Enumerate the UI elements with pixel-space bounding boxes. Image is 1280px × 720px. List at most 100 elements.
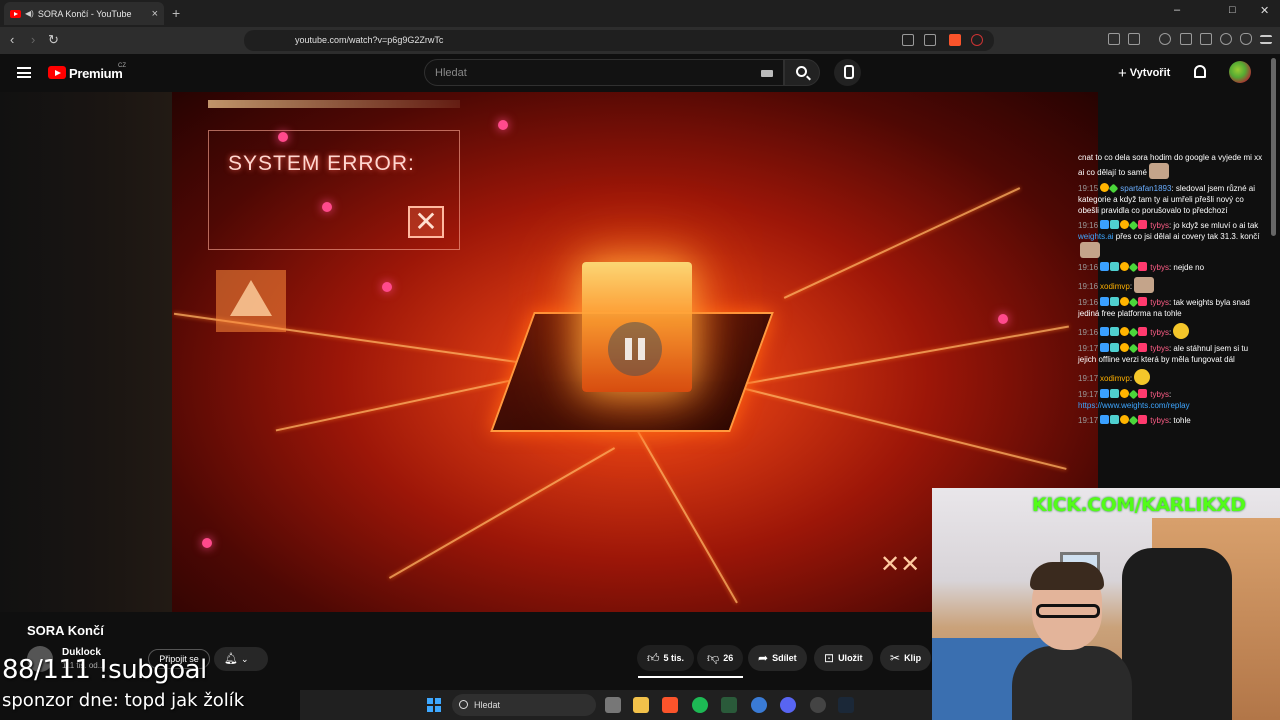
badge-icon bbox=[1128, 297, 1139, 308]
badge-icon bbox=[1138, 297, 1148, 306]
share-label: Sdílet bbox=[772, 653, 797, 663]
circuit-trace bbox=[388, 447, 616, 579]
spotify-icon[interactable] bbox=[692, 697, 708, 713]
speaker-icon[interactable]: ◀) bbox=[25, 9, 34, 18]
chat-username[interactable]: tybys bbox=[1150, 221, 1169, 230]
subgoal-overlay-text: 88/111 !subgoal bbox=[2, 655, 207, 685]
leo-ai-icon[interactable] bbox=[1220, 33, 1232, 45]
screenshot-icon[interactable] bbox=[1128, 33, 1140, 45]
player-letterbox bbox=[0, 92, 172, 612]
search-input[interactable]: Hledat bbox=[424, 59, 784, 86]
reload-button[interactable]: ↻ bbox=[48, 32, 59, 48]
music-icon[interactable] bbox=[1159, 33, 1171, 45]
like-ratio-bar bbox=[638, 676, 743, 678]
clip-label: Klip bbox=[904, 653, 922, 663]
discord-icon[interactable] bbox=[780, 697, 796, 713]
streamer bbox=[1012, 562, 1132, 720]
extensions-icon[interactable] bbox=[1108, 33, 1120, 45]
error-close-icon: ✕ bbox=[408, 206, 444, 238]
tab-close-icon[interactable]: × bbox=[152, 8, 158, 20]
app-icon[interactable] bbox=[751, 697, 767, 713]
maximize-button[interactable]: □ bbox=[1229, 4, 1236, 16]
chat-username[interactable]: tybys bbox=[1150, 390, 1169, 399]
chat-timestamp: 19:16 bbox=[1078, 298, 1099, 307]
chat-username[interactable]: spartafan1893 bbox=[1120, 184, 1171, 193]
address-bar[interactable]: youtube.com/watch?v=p6g9G2ZrwTc bbox=[244, 30, 994, 51]
keyboard-icon[interactable] bbox=[761, 70, 773, 77]
sidebar-icon[interactable] bbox=[1180, 33, 1192, 45]
chat-message: 19:16 tybys: jo když se mluví o ai tak w… bbox=[1075, 218, 1267, 260]
emote-icon bbox=[1173, 323, 1190, 339]
badge-icon bbox=[1128, 415, 1139, 426]
menu-icon[interactable] bbox=[17, 67, 31, 78]
forward-button[interactable]: › bbox=[31, 32, 35, 47]
close-window-button[interactable]: ✕ bbox=[1260, 4, 1269, 17]
screen: ◀) SORA Končí - YouTube × + – □ ✕ ‹ › ↻ … bbox=[0, 0, 1280, 720]
youtube-logo-icon[interactable] bbox=[48, 66, 66, 79]
chat-username[interactable]: xodimvp bbox=[1100, 282, 1130, 291]
vpn-icon[interactable] bbox=[1240, 33, 1252, 45]
app-icon[interactable] bbox=[810, 697, 826, 713]
streamer-hair bbox=[1030, 562, 1104, 590]
subscription-bell-button[interactable]: 🔔︎ ⌄ bbox=[214, 647, 268, 671]
badge-icon bbox=[1100, 297, 1110, 306]
emote-icon bbox=[1134, 277, 1155, 293]
create-button[interactable]: + Vytvořit bbox=[1118, 65, 1170, 82]
voice-search-button[interactable] bbox=[834, 59, 861, 86]
chat-link[interactable]: https://www.weights.com/replay bbox=[1078, 401, 1190, 410]
clip-button[interactable]: ✂ Klip bbox=[880, 645, 932, 671]
chat-username[interactable]: xodimvp bbox=[1100, 374, 1130, 383]
windows-start-icon[interactable] bbox=[427, 698, 441, 712]
taskbar-search-input[interactable]: Hledat bbox=[452, 694, 596, 716]
dislike-count: 26 bbox=[723, 653, 734, 663]
share-icon[interactable] bbox=[924, 34, 936, 46]
chat-timestamp: 19:16 bbox=[1078, 221, 1099, 230]
glow-dot bbox=[998, 314, 1008, 324]
chat-message: 19:17 xodimvp: bbox=[1075, 367, 1267, 387]
chat-username[interactable]: tybys bbox=[1150, 263, 1169, 272]
minimize-button[interactable]: – bbox=[1174, 4, 1180, 16]
page-scrollbar[interactable] bbox=[1271, 58, 1276, 236]
badge-icon bbox=[1100, 262, 1110, 271]
badge-icon bbox=[1100, 415, 1110, 424]
chat-message: cnat to co dela sora hodim do google a v… bbox=[1075, 150, 1267, 181]
chat-message: 19:16 tybys: nejde no bbox=[1075, 260, 1267, 275]
notifications-bell-icon[interactable] bbox=[1194, 65, 1206, 78]
user-avatar[interactable] bbox=[1229, 61, 1251, 83]
cast-icon[interactable] bbox=[902, 34, 914, 46]
chat-username[interactable]: tybys bbox=[1150, 416, 1169, 425]
badge-icon bbox=[1138, 220, 1148, 229]
steam-icon[interactable] bbox=[838, 697, 854, 713]
chat-timestamp: 19:15 bbox=[1078, 184, 1099, 193]
wallet-icon[interactable] bbox=[1200, 33, 1212, 45]
stream-chat: cnat to co dela sora hodim do google a v… bbox=[1075, 150, 1267, 486]
search-button[interactable] bbox=[784, 59, 820, 86]
app-icon[interactable] bbox=[721, 697, 737, 713]
chat-text: : jo když se mluví o ai tak bbox=[1168, 221, 1259, 230]
like-button[interactable]: 👍︎ 5 tis. bbox=[637, 645, 695, 671]
chat-username[interactable]: tybys bbox=[1150, 344, 1169, 353]
share-button[interactable]: ➦ Sdílet bbox=[748, 645, 807, 671]
youtube-premium-logo[interactable]: Premium bbox=[69, 66, 123, 81]
back-button[interactable]: ‹ bbox=[10, 32, 14, 47]
gaming-chair bbox=[1122, 548, 1232, 720]
streamer-torso bbox=[1012, 646, 1132, 720]
brave-browser-icon[interactable] bbox=[662, 697, 678, 713]
rewards-icon[interactable] bbox=[971, 34, 983, 46]
new-tab-button[interactable]: + bbox=[172, 5, 180, 21]
task-view-icon[interactable] bbox=[605, 697, 621, 713]
pause-icon[interactable] bbox=[608, 322, 662, 376]
save-button[interactable]: ⊡ Uložit bbox=[814, 645, 873, 671]
dislike-button[interactable]: 👎︎ 26 bbox=[697, 645, 744, 671]
kick-channel-text: KICK.COM/KARLIKXD bbox=[1032, 494, 1246, 516]
chat-link[interactable]: weights.ai bbox=[1078, 232, 1114, 241]
emote-icon bbox=[1148, 163, 1169, 179]
chat-username[interactable]: tybys bbox=[1150, 298, 1169, 307]
browser-tab[interactable]: ◀) SORA Končí - YouTube × bbox=[4, 2, 164, 25]
chat-message: 19:15 spartafan1893: sledoval jsem různé… bbox=[1075, 181, 1267, 218]
file-explorer-icon[interactable] bbox=[633, 697, 649, 713]
brave-shield-icon[interactable] bbox=[949, 34, 961, 46]
menu-icon[interactable] bbox=[1260, 35, 1272, 44]
chat-timestamp: 19:16 bbox=[1078, 263, 1099, 272]
chat-username[interactable]: tybys bbox=[1150, 328, 1169, 337]
